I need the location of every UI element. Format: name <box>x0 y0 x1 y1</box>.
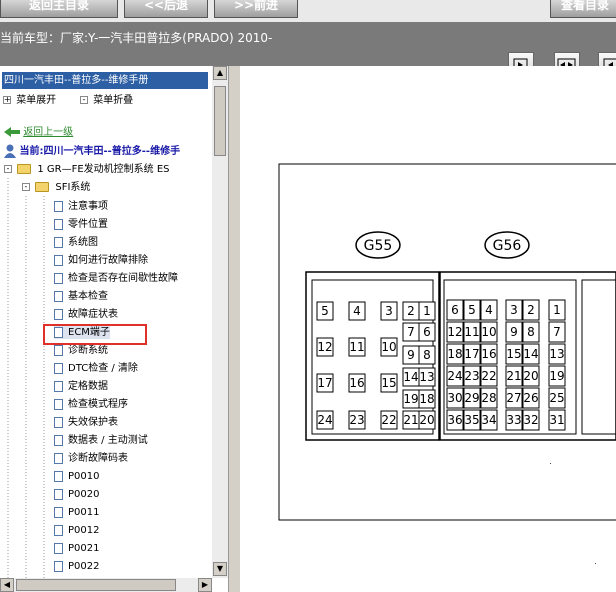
g55-label: G55 <box>364 238 393 254</box>
scroll-left-arrow-icon[interactable]: ◀ <box>0 578 14 592</box>
pin-number: 13 <box>419 370 434 384</box>
pin-number: 8 <box>423 348 431 362</box>
scroll-up-arrow-icon[interactable]: ▲ <box>213 66 227 80</box>
pin-number: 11 <box>349 340 364 354</box>
scroll-thumb[interactable] <box>214 86 226 156</box>
pane-splitter[interactable] <box>228 66 240 592</box>
back-button[interactable]: <<后退 <box>124 0 208 18</box>
info-bar: 当前车型：厂家:Y-一汽丰田普拉多(PRADO) 2010- <box>0 22 616 78</box>
pin-number: 5 <box>321 304 329 318</box>
pin-number: 10 <box>481 325 496 339</box>
pin-number: 25 <box>549 391 564 405</box>
pin-number: 19 <box>549 369 564 383</box>
pin-number: 2 <box>527 303 535 317</box>
pin-number: 17 <box>464 347 479 361</box>
pin-number: 5 <box>468 303 476 317</box>
pin-number: 3 <box>385 304 393 318</box>
current-car-model: 当前车型：厂家:Y-一汽丰田普拉多(PRADO) 2010- <box>0 31 273 45</box>
pin-number: 24 <box>317 413 332 427</box>
pin-number: 12 <box>447 325 462 339</box>
pin-number: 30 <box>447 391 462 405</box>
pin-number: 26 <box>523 391 538 405</box>
forward-button[interactable]: >>前进 <box>214 0 298 18</box>
pin-number: 7 <box>553 325 561 339</box>
pin-number: 4 <box>353 304 361 318</box>
pin-number: 23 <box>464 369 479 383</box>
pin-number: 35 <box>464 413 479 427</box>
highlight-box <box>43 324 147 345</box>
pin-number: 4 <box>485 303 493 317</box>
pin-number: 8 <box>527 325 535 339</box>
navigation-tree-pane: 四川一汽丰田--普拉多--维修手册 + 菜单展开 - 菜单折叠 返回上一级 当前… <box>0 66 228 592</box>
connector-diagram: G55 G56 5 4 3 2 17 612 11 109 814 1317 16 1519 1824 2… <box>278 163 616 521</box>
home-button[interactable]: 返回主目录 <box>0 0 118 18</box>
view-catalog-button[interactable]: 查看目录 <box>550 0 616 18</box>
pin-number: 12 <box>317 340 332 354</box>
scroll-right-arrow-icon[interactable]: ▶ <box>198 578 212 592</box>
pin-number: 6 <box>423 325 431 339</box>
pin-number: 21 <box>403 413 418 427</box>
scan-dot <box>550 463 551 464</box>
pin-number: 6 <box>451 303 459 317</box>
pin-number: 23 <box>349 413 364 427</box>
pin-number: 16 <box>349 376 364 390</box>
scroll-down-arrow-icon[interactable]: ▼ <box>213 562 227 576</box>
pin-number: 34 <box>481 413 496 427</box>
scroll-thumb-horizontal[interactable] <box>16 579 176 591</box>
pin-number: 20 <box>419 413 434 427</box>
top-toolbar: 返回主目录 <<后退 >>前进 查看目录 <box>0 0 616 22</box>
pin-number: 1 <box>553 303 561 317</box>
pin-number: 36 <box>447 413 462 427</box>
pin-number: 15 <box>381 376 396 390</box>
vertical-scrollbar[interactable]: ▲ ▼ <box>212 66 228 578</box>
pin-number: 3 <box>510 303 518 317</box>
pin-number: 14 <box>403 370 418 384</box>
pin-number: 19 <box>403 392 418 406</box>
horizontal-scrollbar[interactable]: ◀ ▶ <box>0 578 212 592</box>
g56-label: G56 <box>493 238 522 254</box>
pin-number: 11 <box>464 325 479 339</box>
pin-number: 1 <box>423 304 431 318</box>
pin-number: 32 <box>523 413 538 427</box>
pin-number: 22 <box>481 369 496 383</box>
pin-number: 27 <box>506 391 521 405</box>
pin-number: 9 <box>510 325 518 339</box>
pin-number: 28 <box>481 391 496 405</box>
pin-number: 29 <box>464 391 479 405</box>
content-pane: G55 G56 5 4 3 2 1 7 6 12 11 10 9 8 14 13 17 16 15 19 18 24 2… <box>240 66 616 592</box>
scan-dot <box>595 563 596 564</box>
pin-number: 10 <box>381 340 396 354</box>
pin-number: 31 <box>549 413 564 427</box>
pin-number: 16 <box>481 347 496 361</box>
pin-number: 9 <box>407 348 415 362</box>
pin-number: 33 <box>506 413 521 427</box>
pin-number: 21 <box>506 369 521 383</box>
pin-number: 7 <box>407 325 415 339</box>
pin-number: 18 <box>447 347 462 361</box>
pin-number: 20 <box>523 369 538 383</box>
pin-number: 22 <box>381 413 396 427</box>
pin-number: 15 <box>506 347 521 361</box>
pin-number: 14 <box>523 347 538 361</box>
pin-number: 17 <box>317 376 332 390</box>
pin-number: 24 <box>447 369 462 383</box>
pin-number: 2 <box>407 304 415 318</box>
pin-number: 18 <box>419 392 434 406</box>
pin-number: 13 <box>549 347 564 361</box>
